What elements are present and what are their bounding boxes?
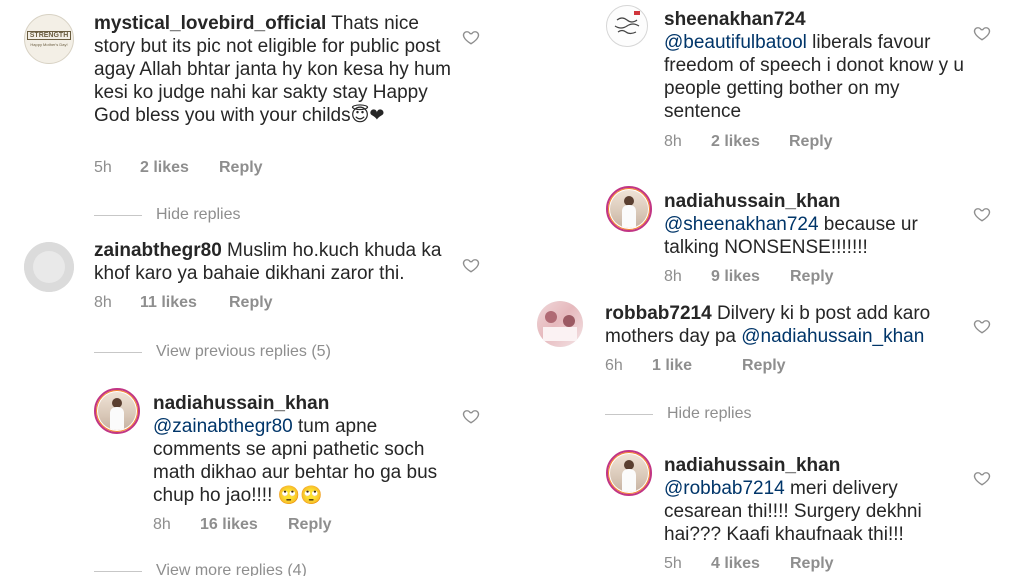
timestamp: 8h [153, 516, 171, 533]
likes-count[interactable]: 4 likes [711, 555, 790, 573]
timestamp: 5h [664, 555, 682, 572]
comment-body: nadiahussain_khan @sheenakhan724 because… [664, 190, 964, 259]
hide-replies-link[interactable]: Hide replies [94, 206, 240, 224]
avatar[interactable]: STRENGTH Happy Mother's Day! [24, 14, 74, 64]
avatar[interactable] [606, 5, 648, 47]
avatar[interactable] [537, 301, 583, 347]
reply-button[interactable]: Reply [229, 294, 273, 312]
view-previous-replies-link[interactable]: View previous replies (5) [94, 343, 331, 361]
likes-count[interactable]: 2 likes [140, 159, 219, 177]
username[interactable]: zainabthegr80 [94, 240, 222, 261]
avatar[interactable] [606, 186, 652, 232]
comment-meta: 8h 16 likes Reply [153, 516, 332, 534]
left-comments-panel: STRENGTH Happy Mother's Day! mystical_lo… [0, 0, 510, 576]
likes-count[interactable]: 11 likes [140, 294, 229, 312]
avatar-text: STRENGTH [26, 31, 72, 40]
comment-meta: 8h 9 likes Reply [664, 268, 834, 286]
username[interactable]: nadiahussain_khan [153, 393, 329, 414]
view-previous-replies-label: View previous replies (5) [156, 343, 331, 360]
heart-outline-icon[interactable] [462, 256, 480, 274]
avatar[interactable] [24, 242, 74, 292]
comment-body: sheenakhan724 @beautifulbatool liberals … [664, 8, 974, 123]
heart-outline-icon[interactable] [973, 205, 991, 223]
view-more-replies-link[interactable]: View more replies (4) [94, 562, 307, 576]
likes-count[interactable]: 16 likes [200, 516, 288, 534]
mention-link[interactable]: @zainabthegr80 [153, 416, 293, 437]
comment-body: nadiahussain_khan @robbab7214 meri deliv… [664, 454, 964, 546]
thread-divider [94, 214, 142, 216]
hide-replies-label: Hide replies [156, 206, 241, 223]
heart-outline-icon[interactable] [462, 407, 480, 425]
hide-replies-label: Hide replies [667, 405, 752, 422]
comment-body: zainabthegr80 Muslim ho.kuch khuda ka kh… [94, 239, 454, 285]
reply-button[interactable]: Reply [742, 357, 786, 375]
thread-divider [94, 570, 142, 572]
calligraphy-avatar-icon [614, 11, 640, 35]
comment-body: robbab7214 Dilvery ki b post add karo mo… [605, 302, 985, 348]
username[interactable]: nadiahussain_khan [664, 191, 840, 212]
username[interactable]: nadiahussain_khan [664, 455, 840, 476]
mention-link[interactable]: @robbab7214 [664, 478, 785, 499]
comment-body: mystical_lovebird_official Thats nice st… [94, 12, 454, 127]
timestamp: 6h [605, 357, 623, 374]
hide-replies-link[interactable]: Hide replies [605, 405, 751, 423]
comment-body: nadiahussain_khan @zainabthegr80 tum apn… [153, 392, 453, 507]
timestamp: 8h [94, 294, 112, 311]
username[interactable]: robbab7214 [605, 303, 712, 324]
timestamp: 5h [94, 159, 112, 176]
comment-meta: 5h 4 likes Reply [664, 555, 834, 573]
thread-divider [605, 413, 653, 415]
default-avatar-icon [24, 242, 74, 292]
username[interactable]: sheenakhan724 [664, 9, 806, 30]
likes-count[interactable]: 1 like [652, 357, 742, 375]
avatar[interactable] [606, 450, 652, 496]
reply-button[interactable]: Reply [789, 133, 833, 151]
comment-meta: 5h 2 likes Reply [94, 159, 263, 177]
username[interactable]: mystical_lovebird_official [94, 13, 326, 34]
view-more-replies-label: View more replies (4) [156, 562, 307, 576]
mention-link[interactable]: @sheenakhan724 [664, 214, 819, 235]
timestamp: 8h [664, 133, 682, 150]
comment-emoji: 🙄🙄 [277, 485, 323, 506]
timestamp: 8h [664, 268, 682, 285]
reply-button[interactable]: Reply [790, 555, 834, 573]
likes-count[interactable]: 9 likes [711, 268, 790, 286]
right-comments-panel: sheenakhan724 @beautifulbatool liberals … [513, 0, 1024, 576]
mention-link[interactable]: @beautifulbatool [664, 32, 807, 53]
avatar-subtext: Happy Mother's Day! [30, 42, 68, 47]
avatar[interactable] [94, 388, 140, 434]
reply-button[interactable]: Reply [790, 268, 834, 286]
mention-link[interactable]: @nadiahussain_khan [741, 326, 924, 347]
comment-meta: 6h 1 like Reply [605, 357, 786, 375]
comment-emoji: 😇❤ [350, 105, 385, 126]
heart-outline-icon[interactable] [462, 28, 480, 46]
reply-button[interactable]: Reply [288, 516, 332, 534]
thread-divider [94, 351, 142, 353]
comment-meta: 8h 11 likes Reply [94, 294, 273, 312]
comment-meta: 8h 2 likes Reply [664, 133, 833, 151]
heart-outline-icon[interactable] [973, 317, 991, 335]
heart-outline-icon[interactable] [973, 469, 991, 487]
likes-count[interactable]: 2 likes [711, 133, 789, 151]
heart-outline-icon[interactable] [973, 24, 991, 42]
reply-button[interactable]: Reply [219, 159, 263, 177]
